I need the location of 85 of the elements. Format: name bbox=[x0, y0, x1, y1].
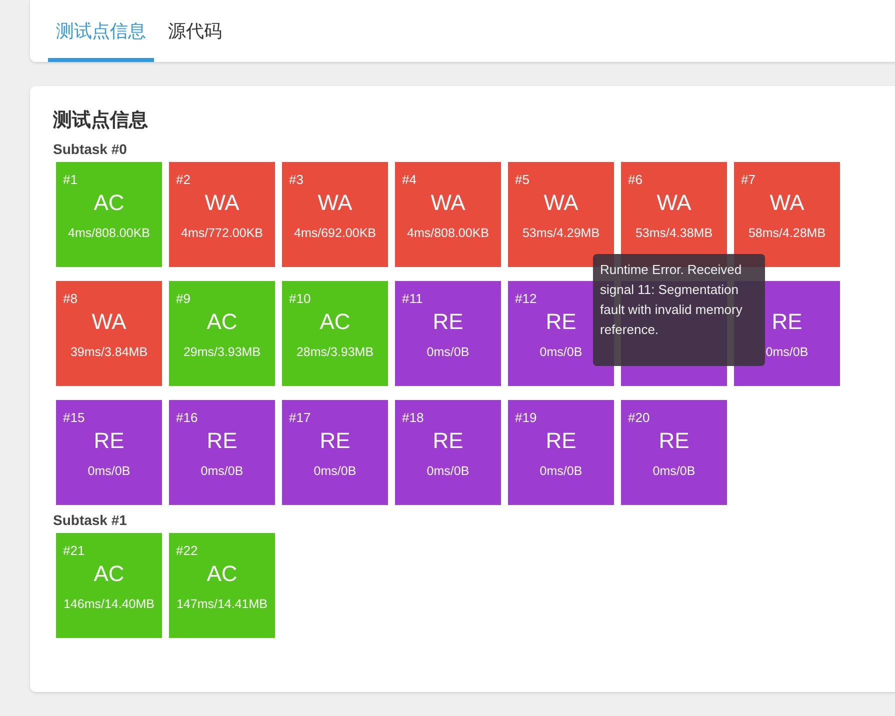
case-number: #4 bbox=[402, 171, 416, 189]
status-code: RE bbox=[432, 428, 464, 454]
subtask-label: Subtask #0 bbox=[53, 140, 128, 158]
test-case-tile[interactable]: #15 RE 0ms/0B bbox=[56, 400, 162, 505]
case-number: #22 bbox=[176, 542, 198, 560]
test-case-tile[interactable]: #4 WA 4ms/808.00KB bbox=[395, 162, 501, 267]
test-case-tile[interactable]: #20 RE 0ms/0B bbox=[621, 400, 727, 505]
case-number: #9 bbox=[176, 290, 190, 308]
test-case-tile[interactable]: #18 RE 0ms/0B bbox=[395, 400, 501, 505]
test-case-tile[interactable]: #1 AC 4ms/808.00KB bbox=[56, 162, 162, 267]
time-memory: 0ms/0B bbox=[200, 463, 244, 480]
status-code: RE bbox=[206, 428, 238, 454]
case-number: #2 bbox=[176, 171, 190, 189]
time-memory: 0ms/0B bbox=[540, 463, 582, 480]
test-case-tile[interactable]: #22 AC 147ms/14.41MB bbox=[169, 533, 275, 638]
status-code: AC bbox=[206, 561, 238, 587]
case-number: #10 bbox=[289, 290, 311, 308]
time-memory: 4ms/692.00KB bbox=[294, 225, 376, 242]
time-memory: 0ms/0B bbox=[314, 463, 356, 480]
status-code: WA bbox=[770, 190, 804, 216]
time-memory: 0ms/0B bbox=[652, 463, 696, 480]
test-case-tile[interactable]: #17 RE 0ms/0B bbox=[282, 400, 388, 505]
status-code: WA bbox=[92, 309, 126, 335]
case-number: #17 bbox=[289, 409, 311, 427]
tooltip: Runtime Error. Received signal 11: Segmentation fault with invalid memory reference. bbox=[593, 254, 765, 366]
time-memory: 4ms/808.00KB bbox=[407, 225, 489, 242]
status-code: WA bbox=[204, 190, 240, 216]
time-memory: 53ms/4.29MB bbox=[522, 225, 600, 242]
case-number: #15 bbox=[63, 409, 85, 427]
test-case-tile[interactable]: #10 AC 28ms/3.93MB bbox=[282, 281, 388, 386]
test-case-tile[interactable]: #19 RE 0ms/0B bbox=[508, 400, 614, 505]
test-case-tile[interactable]: #8 WA 39ms/3.84MB bbox=[56, 281, 162, 386]
status-code: WA bbox=[656, 190, 692, 216]
case-number: #19 bbox=[515, 409, 537, 427]
time-memory: 0ms/0B bbox=[766, 344, 808, 361]
case-number: #11 bbox=[402, 290, 423, 308]
time-memory: 29ms/3.93MB bbox=[183, 344, 261, 361]
status-code: WA bbox=[430, 190, 466, 216]
time-memory: 28ms/3.93MB bbox=[296, 344, 374, 361]
test-case-tile[interactable]: #3 WA 4ms/692.00KB bbox=[282, 162, 388, 267]
case-number: #3 bbox=[289, 171, 304, 189]
case-number: #16 bbox=[176, 409, 198, 427]
tab[interactable]: 源代码 bbox=[160, 0, 230, 62]
time-memory: 0ms/0B bbox=[426, 463, 470, 480]
status-code: AC bbox=[94, 561, 124, 587]
time-memory: 146ms/14.40MB bbox=[63, 596, 155, 613]
section-title: 测试点信息 bbox=[53, 108, 149, 133]
time-memory: 147ms/14.41MB bbox=[176, 596, 268, 613]
tab[interactable]: 测试点信息 bbox=[48, 0, 154, 62]
test-case-tile[interactable]: #9 AC 29ms/3.93MB bbox=[169, 281, 275, 386]
case-number: #8 bbox=[63, 290, 78, 308]
case-number: #20 bbox=[628, 409, 650, 427]
time-memory: 4ms/808.00KB bbox=[68, 225, 150, 242]
time-memory: 39ms/3.84MB bbox=[70, 344, 148, 361]
status-code: RE bbox=[772, 309, 802, 335]
status-code: RE bbox=[320, 428, 350, 454]
status-code: AC bbox=[206, 309, 238, 335]
status-code: WA bbox=[544, 190, 578, 216]
case-number: #18 bbox=[402, 409, 424, 427]
case-number: #12 bbox=[515, 290, 537, 308]
case-number: #1 bbox=[63, 171, 78, 189]
status-code: RE bbox=[546, 428, 576, 454]
test-case-tile[interactable]: #11 RE 0ms/0B bbox=[395, 281, 501, 386]
case-number: #6 bbox=[628, 171, 642, 189]
status-code: WA bbox=[318, 190, 352, 216]
status-code: RE bbox=[94, 428, 124, 454]
test-case-tile[interactable]: #2 WA 4ms/772.00KB bbox=[169, 162, 275, 267]
test-case-tile[interactable]: #7 WA 58ms/4.28MB bbox=[734, 162, 840, 267]
test-case-tile[interactable]: #21 AC 146ms/14.40MB bbox=[56, 533, 162, 638]
time-memory: 53ms/4.38MB bbox=[635, 225, 713, 242]
test-case-tile[interactable]: #16 RE 0ms/0B bbox=[169, 400, 275, 505]
case-number: #5 bbox=[515, 171, 530, 189]
time-memory: 58ms/4.28MB bbox=[748, 225, 826, 242]
time-memory: 0ms/0B bbox=[88, 463, 130, 480]
status-code: RE bbox=[546, 309, 576, 335]
subtask-label: Subtask #1 bbox=[53, 511, 128, 529]
case-number: #21 bbox=[63, 542, 85, 560]
time-memory: 4ms/772.00KB bbox=[181, 225, 263, 242]
status-code: AC bbox=[94, 190, 124, 216]
status-code: AC bbox=[320, 309, 350, 335]
time-memory: 0ms/0B bbox=[540, 344, 582, 361]
status-code: RE bbox=[432, 309, 464, 335]
status-code: RE bbox=[658, 428, 690, 454]
time-memory: 0ms/0B bbox=[426, 344, 470, 361]
case-number: #7 bbox=[741, 171, 756, 189]
